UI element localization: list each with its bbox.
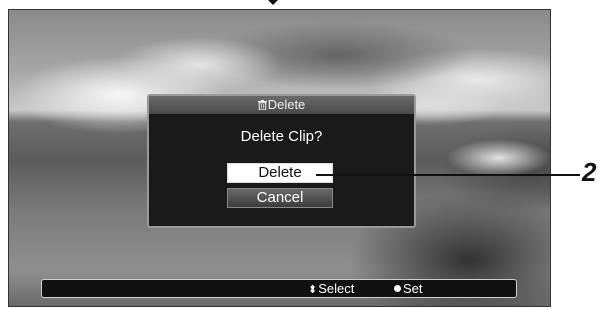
dialog-question: Delete Clip? bbox=[240, 128, 323, 145]
dot-icon bbox=[394, 285, 401, 292]
trash-icon bbox=[257, 100, 267, 110]
top-arrow-marker bbox=[268, 0, 278, 5]
callout-line bbox=[316, 174, 580, 176]
select-hint: ⬍Select bbox=[308, 280, 354, 299]
delete-button[interactable]: Delete bbox=[227, 163, 333, 183]
select-label: Select bbox=[318, 281, 355, 296]
bottom-guide-bar: ⬍Select Set bbox=[41, 279, 517, 298]
dialog-title: Delete bbox=[267, 97, 306, 112]
up-down-arrow-icon: ⬍ bbox=[308, 284, 318, 296]
dialog-title-bar: Delete bbox=[149, 96, 414, 114]
set-hint: Set bbox=[394, 280, 423, 297]
cancel-button[interactable]: Cancel bbox=[227, 188, 333, 208]
beach-background bbox=[439, 128, 550, 198]
delete-dialog: Delete Delete Clip? Delete Cancel bbox=[147, 94, 416, 228]
set-label: Set bbox=[403, 281, 423, 296]
callout-number: 2 bbox=[582, 157, 597, 187]
camera-screen: Delete Delete Clip? Delete Cancel ⬍Selec… bbox=[8, 9, 551, 307]
